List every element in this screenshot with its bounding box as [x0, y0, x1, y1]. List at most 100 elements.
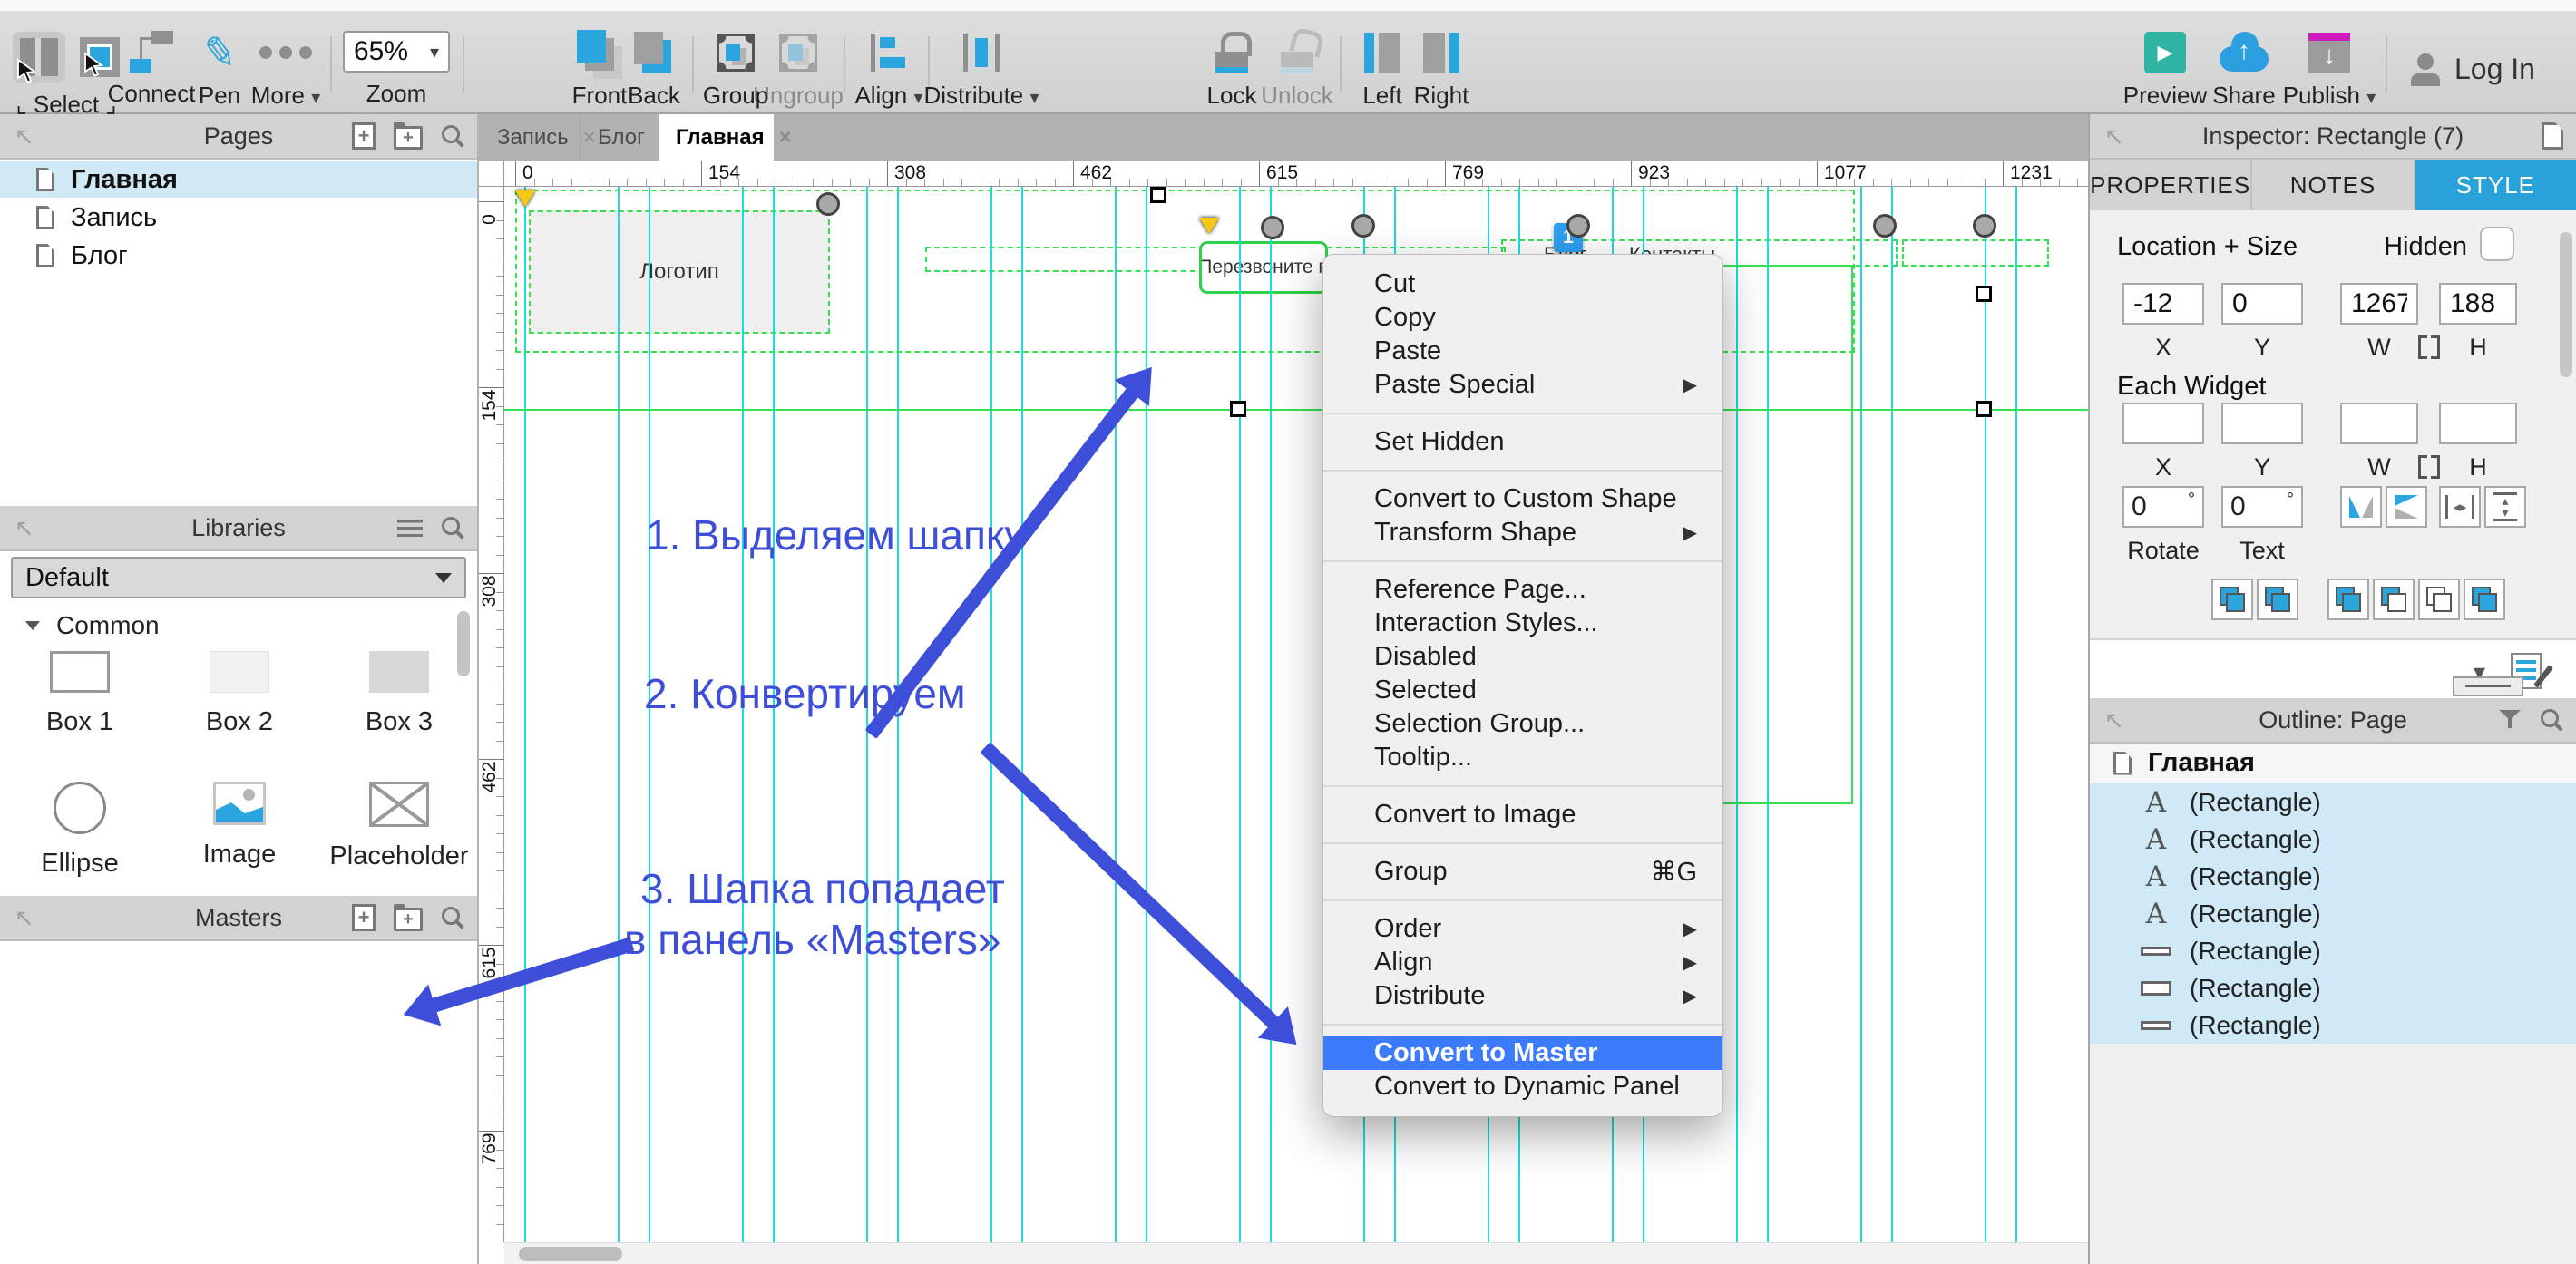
- widget-placeholder[interactable]: Placeholder: [319, 782, 479, 871]
- lock-button[interactable]: Lock: [1205, 31, 1259, 110]
- add-page-icon[interactable]: [352, 122, 376, 150]
- each-w-input[interactable]: [2340, 403, 2418, 444]
- connector-dot[interactable]: [816, 192, 840, 216]
- menu-item-interaction-styles[interactable]: Interaction Styles...: [1323, 607, 1722, 640]
- hidden-checkbox[interactable]: [2480, 227, 2514, 261]
- collapse-pages-icon[interactable]: ↖: [15, 122, 34, 151]
- menu-item-reference-page[interactable]: Reference Page...: [1323, 573, 1722, 607]
- menu-item-group[interactable]: Group⌘G: [1323, 855, 1722, 889]
- text-rotate-input[interactable]: 0°: [2221, 486, 2303, 528]
- outline-item-rectangle[interactable]: (Rectangle): [2090, 969, 2576, 1006]
- tab-glavnaya[interactable]: Главная×: [659, 114, 774, 161]
- distribute-button[interactable]: Distribute ▾: [936, 31, 1027, 110]
- page-item-zapis[interactable]: Запись: [0, 199, 477, 236]
- inspector-scrollbar[interactable]: [2560, 232, 2572, 377]
- page-item-glavnaya[interactable]: Главная: [0, 161, 477, 198]
- search-outline-icon[interactable]: [2540, 708, 2563, 732]
- flip-vertical-button[interactable]: [2386, 486, 2427, 528]
- outline-item-rectangle[interactable]: (Rectangle): [2090, 932, 2576, 969]
- outline-item-rectangle[interactable]: A(Rectangle): [2090, 895, 2576, 932]
- selection-handle[interactable]: [1976, 286, 1992, 302]
- libraries-menu-icon[interactable]: [397, 520, 423, 537]
- menu-item-convert-to-dynamic-panel[interactable]: Convert to Dynamic Panel: [1323, 1070, 1722, 1104]
- each-x-input[interactable]: [2122, 403, 2204, 444]
- menu-item-selected[interactable]: Selected: [1323, 674, 1722, 707]
- widget-box2[interactable]: Box 2: [160, 651, 319, 737]
- x-input[interactable]: [2122, 283, 2204, 325]
- collapse-inspector-icon[interactable]: ↖: [2104, 122, 2124, 151]
- menu-item-set-hidden[interactable]: Set Hidden: [1323, 425, 1722, 459]
- filter-outline-icon[interactable]: [2498, 708, 2522, 732]
- connect-button[interactable]: Connect: [111, 31, 192, 108]
- collapse-outline-icon[interactable]: ↖: [2104, 706, 2124, 734]
- menu-item-transform-shape[interactable]: Transform Shape▶: [1323, 516, 1722, 549]
- align-right-button[interactable]: Right: [1411, 31, 1471, 110]
- menu-item-distribute[interactable]: Distribute▶: [1323, 979, 1722, 1013]
- search-pages-icon[interactable]: [441, 124, 464, 148]
- link-wh-icon[interactable]: [2418, 335, 2440, 354]
- y-input[interactable]: [2221, 283, 2303, 325]
- align-option-button[interactable]: [2418, 579, 2460, 620]
- outline-item-rectangle[interactable]: (Rectangle): [2090, 1006, 2576, 1044]
- align-option-button[interactable]: [2257, 579, 2298, 620]
- connector-dot[interactable]: [1873, 214, 1897, 238]
- menu-item-tooltip[interactable]: Tooltip...: [1323, 741, 1722, 774]
- widget-ellipse[interactable]: Ellipse: [0, 782, 160, 879]
- tab-blog[interactable]: Блог×: [581, 114, 659, 161]
- align-option-button[interactable]: [2373, 579, 2415, 620]
- collapse-libraries-icon[interactable]: ↖: [15, 514, 34, 542]
- back-button[interactable]: Back: [624, 31, 684, 110]
- share-button[interactable]: Share: [2206, 31, 2282, 110]
- menu-item-align[interactable]: Align▶: [1323, 946, 1722, 979]
- add-master-icon[interactable]: [352, 904, 376, 931]
- link-wh-icon[interactable]: [2418, 455, 2440, 473]
- connector-dot[interactable]: [1351, 214, 1375, 238]
- selection-handle[interactable]: [1230, 401, 1246, 417]
- menu-item-convert-to-image[interactable]: Convert to Image: [1323, 798, 1722, 831]
- selection-handle[interactable]: [1150, 187, 1166, 203]
- collapse-masters-icon[interactable]: ↖: [15, 904, 34, 932]
- selection-handle[interactable]: [1976, 401, 1992, 417]
- outline-item-rectangle[interactable]: A(Rectangle): [2090, 783, 2576, 821]
- tab-style[interactable]: STYLE: [2415, 160, 2576, 210]
- add-master-folder-icon[interactable]: [394, 908, 423, 931]
- menu-item-disabled[interactable]: Disabled: [1323, 640, 1722, 674]
- w-input[interactable]: [2340, 283, 2418, 325]
- menu-item-selection-group[interactable]: Selection Group...: [1323, 707, 1722, 741]
- outline-page-row[interactable]: Главная: [2090, 744, 2576, 783]
- more-button[interactable]: More ▾: [247, 31, 325, 110]
- search-masters-icon[interactable]: [441, 906, 464, 929]
- front-button[interactable]: Front: [570, 31, 629, 110]
- close-tab-icon[interactable]: ×: [779, 125, 792, 151]
- inspector-page-icon[interactable]: [2542, 122, 2563, 150]
- menu-item-order[interactable]: Order▶: [1323, 912, 1722, 946]
- library-section-common[interactable]: Common: [25, 611, 160, 640]
- partial-button[interactable]: [2453, 676, 2523, 696]
- align-option-button[interactable]: [2327, 579, 2369, 620]
- select-intersect-button[interactable]: [13, 32, 65, 83]
- menu-item-convert-custom-shape[interactable]: Convert to Custom Shape: [1323, 482, 1722, 516]
- flip-horizontal-button[interactable]: [2340, 486, 2382, 528]
- libraries-scrollbar[interactable]: [457, 611, 470, 676]
- spacing-horizontal-button[interactable]: [2439, 486, 2481, 528]
- tab-properties[interactable]: PROPERTIES: [2090, 160, 2252, 210]
- each-h-input[interactable]: [2439, 403, 2517, 444]
- widget-box1[interactable]: Box 1: [0, 651, 160, 737]
- menu-item-cut[interactable]: Cut: [1323, 267, 1722, 301]
- canvas-horizontal-scrollbar[interactable]: [504, 1242, 2088, 1264]
- align-button[interactable]: Align ▾: [854, 31, 923, 110]
- widget-image[interactable]: Image: [160, 782, 319, 870]
- library-select[interactable]: Default: [11, 557, 466, 598]
- connector-dot[interactable]: [1973, 214, 1996, 238]
- align-left-button[interactable]: Left: [1353, 31, 1411, 110]
- rotate-input[interactable]: 0°: [2122, 486, 2204, 528]
- spacing-vertical-button[interactable]: [2484, 486, 2526, 528]
- zoom-select[interactable]: 65% ▾: [343, 31, 450, 73]
- add-folder-icon[interactable]: [394, 126, 423, 150]
- align-option-button[interactable]: [2211, 579, 2253, 620]
- publish-button[interactable]: Publish ▾: [2282, 31, 2376, 110]
- menu-item-convert-to-master[interactable]: Convert to Master: [1323, 1036, 1722, 1070]
- each-y-input[interactable]: [2221, 403, 2303, 444]
- tab-notes[interactable]: NOTES: [2252, 160, 2415, 210]
- connector-dot[interactable]: [1566, 214, 1590, 238]
